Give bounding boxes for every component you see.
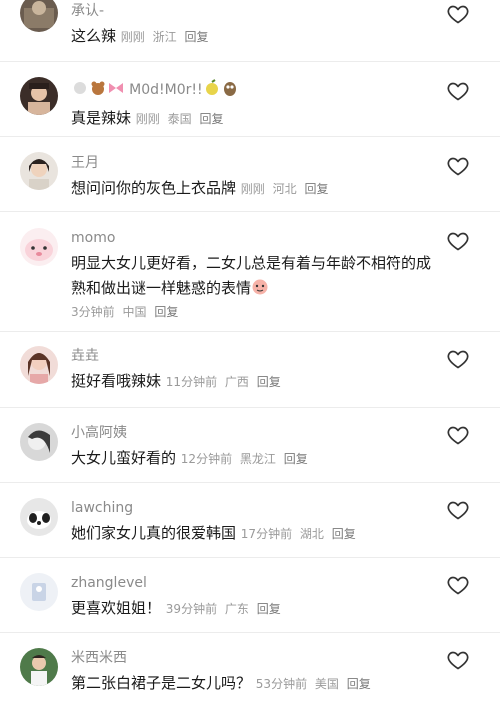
comment-location: 浙江 <box>152 30 177 44</box>
reply-button[interactable]: 回复 <box>332 527 356 541</box>
comment-time: 17分钟前 <box>240 527 293 541</box>
comment-item: momo 明显大女儿更好看，二女儿总是有着与年龄不相符的成熟和做出谜一样魅惑的表… <box>0 212 500 332</box>
comment-location: 泰国 <box>167 112 192 126</box>
comment-time: 39分钟前 <box>165 602 218 616</box>
heart-outline-icon[interactable] <box>446 648 470 672</box>
heart-outline-icon[interactable] <box>446 347 470 371</box>
avatar[interactable] <box>20 648 58 686</box>
comment-item: 王月 想问问你的灰色上衣品牌 刚刚 河北 回复 <box>0 137 500 212</box>
comment-content: 这么辣 <box>71 27 117 45</box>
avatar[interactable] <box>20 0 58 32</box>
avatar[interactable] <box>20 498 58 536</box>
comment-author[interactable]: 王月 <box>71 154 440 172</box>
reply-button[interactable]: 回复 <box>347 677 371 691</box>
heart-outline-icon[interactable] <box>446 423 470 447</box>
comment-time: 11分钟前 <box>165 375 218 389</box>
comment-text: 真是辣妹 刚刚 泰国 回复 <box>71 106 440 132</box>
comment-content: 真是辣妹 <box>71 109 132 127</box>
decoration-emojis <box>203 79 239 98</box>
heart-outline-icon[interactable] <box>446 573 470 597</box>
comment-content: 更喜欢姐姐！ <box>71 599 162 617</box>
decoration-emojis <box>71 81 129 98</box>
comment-location: 广西 <box>224 375 249 389</box>
comment-content: 大女儿蛮好看的 <box>71 449 177 467</box>
comment-content: 第二张白裙子是二女儿吗？ <box>71 674 252 692</box>
heart-outline-icon[interactable] <box>446 154 470 178</box>
comment-location: 美国 <box>314 677 339 691</box>
comment-author[interactable]: momo <box>71 229 440 247</box>
comment-time: 12分钟前 <box>180 452 233 466</box>
comment-time: 3分钟前 <box>71 305 115 319</box>
comment-time: 刚刚 <box>240 182 265 196</box>
comment-text: 她们家女儿真的很爱韩国 17分钟前 湖北 回复 <box>71 521 440 547</box>
reply-button[interactable]: 回复 <box>284 452 308 466</box>
comment-author[interactable]: zhanglevel <box>71 574 440 592</box>
comment-item: M0d!M0r!! 真是辣妹 刚刚 泰国 回复 <box>0 62 500 137</box>
reply-button[interactable]: 回复 <box>304 182 328 196</box>
heart-outline-icon[interactable] <box>446 498 470 522</box>
reply-button[interactable]: 回复 <box>199 112 223 126</box>
comment-text: 这么辣 刚刚 浙江 回复 <box>71 24 440 50</box>
comment-meta: 3分钟前 中国 回复 <box>71 303 440 320</box>
comment-text: 挺好看哦辣妹 11分钟前 广西 回复 <box>71 369 440 395</box>
comment-text: 第二张白裙子是二女儿吗？ 53分钟前 美国 回复 <box>71 671 440 697</box>
comment-content: 挺好看哦辣妹 <box>71 372 162 390</box>
comment-text: 明显大女儿更好看，二女儿总是有着与年龄不相符的成熟和做出谜一样魅惑的表情 <box>71 251 440 301</box>
comment-content: 想问问你的灰色上衣品牌 <box>71 179 237 197</box>
comment-location: 河北 <box>272 182 297 196</box>
comment-author[interactable]: 小高阿姨 <box>71 424 440 442</box>
comment-content: 她们家女儿真的很爱韩国 <box>71 524 237 542</box>
comment-item: 米西米西 第二张白裙子是二女儿吗？ 53分钟前 美国 回复 <box>0 633 500 708</box>
avatar[interactable] <box>20 346 58 384</box>
reply-button[interactable]: 回复 <box>184 30 208 44</box>
comment-time: 刚刚 <box>135 112 160 126</box>
comment-location: 湖北 <box>299 527 324 541</box>
comment-time: 53分钟前 <box>255 677 308 691</box>
heart-outline-icon[interactable] <box>446 229 470 253</box>
blush-emoji-icon <box>252 279 268 295</box>
reply-button[interactable]: 回复 <box>257 375 281 389</box>
avatar[interactable] <box>20 423 58 461</box>
comment-item: zhanglevel 更喜欢姐姐！ 39分钟前 广东 回复 <box>0 558 500 633</box>
comment-item: 承认- 这么辣 刚刚 浙江 回复 <box>0 0 500 62</box>
comment-time: 刚刚 <box>120 30 145 44</box>
comment-item: 垚垚 挺好看哦辣妹 11分钟前 广西 回复 <box>0 332 500 408</box>
comment-author[interactable]: 米西米西 <box>71 649 440 667</box>
avatar[interactable] <box>20 77 58 115</box>
comment-location: 中国 <box>122 305 147 319</box>
avatar[interactable] <box>20 228 58 266</box>
comment-location: 黑龙江 <box>239 452 276 466</box>
comment-location: 广东 <box>224 602 249 616</box>
comment-item: 小高阿姨 大女儿蛮好看的 12分钟前 黑龙江 回复 <box>0 408 500 483</box>
heart-outline-icon[interactable] <box>446 2 470 26</box>
reply-button[interactable]: 回复 <box>154 305 178 319</box>
comment-text: 更喜欢姐姐！ 39分钟前 广东 回复 <box>71 596 440 622</box>
heart-outline-icon[interactable] <box>446 79 470 103</box>
reply-button[interactable]: 回复 <box>257 602 281 616</box>
comment-item: lawching 她们家女儿真的很爱韩国 17分钟前 湖北 回复 <box>0 483 500 558</box>
comment-text: 大女儿蛮好看的 12分钟前 黑龙江 回复 <box>71 446 440 472</box>
comment-author[interactable]: 承认- <box>71 2 440 20</box>
comment-author[interactable]: lawching <box>71 499 440 517</box>
comment-author[interactable]: M0d!M0r!! <box>71 79 440 100</box>
avatar[interactable] <box>20 573 58 611</box>
comment-text: 想问问你的灰色上衣品牌 刚刚 河北 回复 <box>71 176 440 202</box>
comment-author[interactable]: 垚垚 <box>71 347 440 365</box>
comment-list: 承认- 这么辣 刚刚 浙江 回复 M0d!M0r!! 真是辣妹 刚刚 泰国 回复… <box>0 0 500 708</box>
avatar[interactable] <box>20 152 58 190</box>
